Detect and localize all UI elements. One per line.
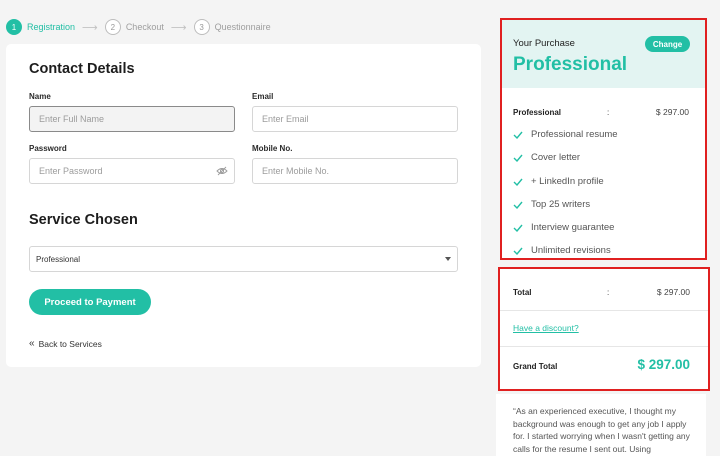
eye-off-icon[interactable] xyxy=(216,166,228,176)
feature-item: + LinkedIn profile xyxy=(513,176,604,187)
plan-line-separator: : xyxy=(607,108,610,117)
mobile-placeholder: Enter Mobile No. xyxy=(262,166,330,176)
name-label: Name xyxy=(29,92,51,101)
check-icon xyxy=(513,154,523,162)
mobile-input[interactable]: Enter Mobile No. xyxy=(252,158,458,184)
feature-item: Cover letter xyxy=(513,152,580,163)
service-select-value: Professional xyxy=(36,254,81,264)
password-label: Password xyxy=(29,144,67,153)
step-checkout[interactable]: 2 Checkout xyxy=(104,19,164,35)
registration-card: Contact Details Name Enter Full Name Ema… xyxy=(6,44,481,367)
total-separator: : xyxy=(607,288,610,297)
grand-total-label: Grand Total xyxy=(513,362,558,371)
feature-item: Interview guarantee xyxy=(513,222,614,233)
order-totals: Total : $ 297.00 Have a discount? Grand … xyxy=(498,267,710,391)
mobile-label: Mobile No. xyxy=(252,144,293,153)
purchase-plan-name: Professional xyxy=(513,54,628,75)
service-chosen-title: Service Chosen xyxy=(29,212,138,228)
email-placeholder: Enter Email xyxy=(262,114,309,124)
total-value: $ 297.00 xyxy=(656,287,690,297)
feature-item: Unlimited revisions xyxy=(513,245,611,256)
feature-label: Cover letter xyxy=(531,152,581,163)
password-placeholder: Enter Password xyxy=(39,166,103,176)
check-icon xyxy=(513,247,523,255)
back-to-services-label: Back to Services xyxy=(38,338,102,349)
arrow-right-icon: ⟶ xyxy=(82,21,98,34)
step-registration[interactable]: 1 Registration xyxy=(6,19,75,35)
plan-line-price: $ 297.00 xyxy=(655,107,689,117)
grand-total-value: $ 297.00 xyxy=(637,357,690,372)
caret-down-icon xyxy=(445,257,451,261)
step-label: Registration xyxy=(27,22,76,32)
email-input[interactable]: Enter Email xyxy=(252,106,458,132)
purchase-summary: Your Purchase Professional Change Profes… xyxy=(500,18,707,260)
divider xyxy=(500,310,708,311)
contact-details-title: Contact Details xyxy=(29,61,135,77)
divider xyxy=(500,346,708,347)
email-label: Email xyxy=(252,92,274,101)
name-placeholder: Enter Full Name xyxy=(39,114,105,124)
step-questionnaire[interactable]: 3 Questionnaire xyxy=(193,19,271,35)
back-to-services-link[interactable]: « Back to Services xyxy=(29,338,102,349)
checkout-stepper: 1 Registration ⟶ 2 Checkout ⟶ 3 Question… xyxy=(6,18,271,36)
feature-label: + LinkedIn profile xyxy=(531,176,604,187)
check-icon xyxy=(513,131,523,139)
step-label: Questionnaire xyxy=(214,22,271,32)
service-select[interactable]: Professional xyxy=(29,246,458,272)
have-a-discount-link[interactable]: Have a discount? xyxy=(513,323,579,333)
password-input[interactable]: Enter Password xyxy=(29,158,235,184)
purchase-header: Your Purchase Professional Change xyxy=(502,20,705,88)
check-icon xyxy=(513,178,523,186)
purchase-caption: Your Purchase xyxy=(513,38,575,49)
arrow-right-icon: ⟶ xyxy=(170,21,187,34)
feature-label: Professional resume xyxy=(531,129,618,140)
proceed-to-payment-button[interactable]: Proceed to Payment xyxy=(29,289,151,315)
step-number: 1 xyxy=(6,19,22,35)
name-input[interactable]: Enter Full Name xyxy=(29,106,235,132)
check-icon xyxy=(513,224,523,232)
feature-label: Interview guarantee xyxy=(531,222,615,233)
feature-item: Top 25 writers xyxy=(513,199,590,210)
step-number: 2 xyxy=(104,19,121,35)
check-icon xyxy=(513,201,523,209)
feature-item: Professional resume xyxy=(513,129,618,140)
plan-line-label: Professional xyxy=(513,108,562,117)
testimonial-quote: “As an experienced executive, I thought … xyxy=(496,394,706,456)
step-label: Checkout xyxy=(125,22,164,32)
feature-label: Top 25 writers xyxy=(531,199,591,210)
change-plan-button[interactable]: Change xyxy=(645,36,690,52)
step-number: 3 xyxy=(193,19,210,35)
feature-label: Unlimited revisions xyxy=(531,245,611,256)
double-chevron-left-icon: « xyxy=(29,338,35,349)
total-label: Total xyxy=(513,288,532,297)
